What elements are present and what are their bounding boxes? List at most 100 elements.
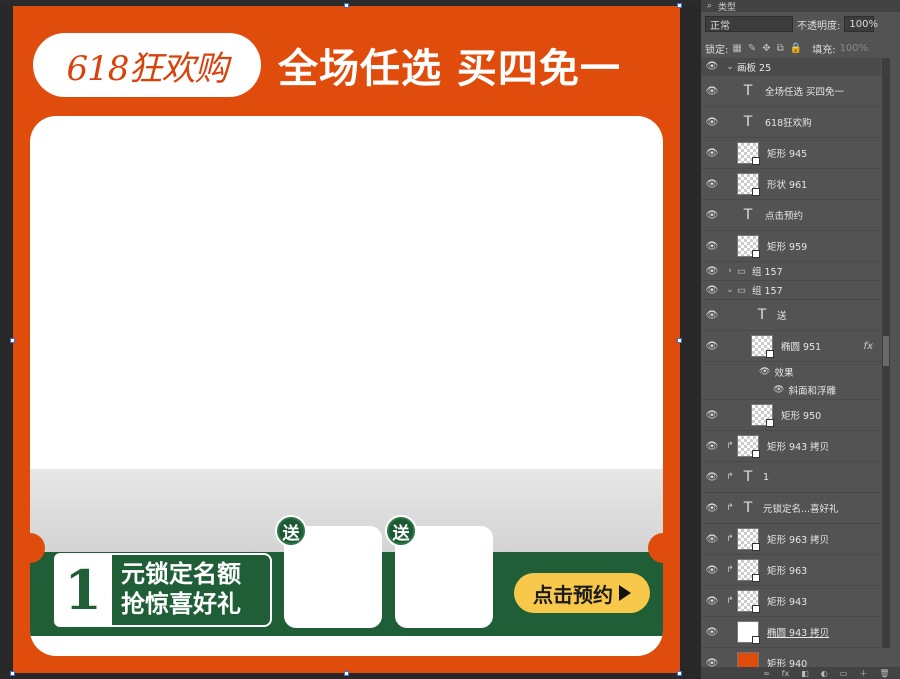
layer-row[interactable]: 👁 矩形 945 xyxy=(701,138,881,169)
gift-badge-2: 送 xyxy=(385,515,417,547)
folder-open-icon: ▭ xyxy=(737,284,746,296)
search-icon[interactable]: ⌕ xyxy=(707,1,712,11)
gift-badge-1: 送 xyxy=(275,515,307,547)
canvas-area[interactable]: 618狂欢购 全场任选 买四免一 1 元锁定名额 抢惊喜好礼 送 送 点击预约 xyxy=(0,0,700,679)
text-layer-icon: T xyxy=(743,500,753,516)
layer-label: 送 xyxy=(777,311,787,322)
adjustment-icon[interactable]: ◐ xyxy=(821,669,828,678)
layer-row[interactable]: 👁 ↱ 矩形 963 拷贝 xyxy=(701,524,881,555)
eye-icon[interactable]: 👁 xyxy=(701,285,723,296)
layer-row[interactable]: 👁 T 618狂欢购 xyxy=(701,107,881,138)
eye-icon[interactable]: 👁 xyxy=(701,148,723,159)
layer-label: 矩形 963 xyxy=(767,566,808,577)
layer-thumbnail xyxy=(737,173,760,196)
eye-icon[interactable]: 👁 xyxy=(701,627,723,638)
chevron-right-icon[interactable]: › xyxy=(723,266,737,276)
layer-row[interactable]: 👁 T 点击预约 xyxy=(701,200,881,231)
transform-handle-top[interactable] xyxy=(344,3,349,8)
layer-row[interactable]: 👁 形状 961 xyxy=(701,169,881,200)
eye-icon[interactable]: 👁 xyxy=(701,472,723,483)
layer-label: 组 157 xyxy=(751,267,783,278)
effect-item-row[interactable]: 👁 斜面和浮雕 xyxy=(701,381,881,400)
layer-row[interactable]: 👁 ↱ 矩形 943 拷贝 xyxy=(701,431,881,462)
eye-icon[interactable]: 👁 xyxy=(701,565,723,576)
fx-icon[interactable]: fx xyxy=(782,669,790,678)
layer-row[interactable]: 👁 ↱ T 1 xyxy=(701,462,881,493)
chevron-down-icon[interactable]: ⌄ xyxy=(723,285,737,295)
eye-icon[interactable]: 👁 xyxy=(701,341,723,352)
layer-label: 形状 961 xyxy=(767,180,808,191)
eye-icon[interactable]: 👁 xyxy=(701,86,723,97)
fx-icon[interactable]: fx xyxy=(864,341,873,352)
layers-scrollbar[interactable] xyxy=(882,58,890,648)
play-arrow-icon xyxy=(619,585,631,601)
lock-artboard-icon[interactable]: ⧉ xyxy=(777,43,784,54)
clip-arrow-icon: ↱ xyxy=(726,596,734,606)
filter-type-select[interactable]: 类型 xyxy=(718,0,736,13)
layer-row[interactable]: 👁 ↱ 矩形 963 xyxy=(701,555,881,586)
link-icon[interactable]: ∞ xyxy=(763,669,770,678)
eye-icon[interactable]: 👁 xyxy=(701,179,723,190)
transform-handle-bottom[interactable] xyxy=(344,671,349,676)
eye-icon[interactable]: 👁 xyxy=(701,441,723,452)
eye-icon[interactable]: 👁 xyxy=(759,367,770,377)
layer-row[interactable]: 👁 ↱ T 元锁定名...喜好礼 xyxy=(701,493,881,524)
blend-mode-select[interactable]: 正常 xyxy=(705,16,793,32)
layer-label: 效果 xyxy=(774,367,794,379)
eye-icon[interactable]: 👁 xyxy=(701,117,723,128)
transform-handle-bottom-right[interactable] xyxy=(677,671,682,676)
folder-icon[interactable]: ▭ xyxy=(840,669,848,678)
artboard[interactable]: 618狂欢购 全场任选 买四免一 1 元锁定名额 抢惊喜好礼 送 送 点击预约 xyxy=(13,6,680,673)
layer-label: 1 xyxy=(763,471,770,483)
eye-icon[interactable]: 👁 xyxy=(701,503,723,514)
transform-handle-top-right[interactable] xyxy=(677,3,682,8)
eye-icon[interactable]: 👁 xyxy=(701,241,723,252)
layer-row[interactable]: 👁 ↱ 矩形 943 xyxy=(701,586,881,617)
layer-row[interactable]: 👁 T 送 xyxy=(701,300,881,331)
effects-row[interactable]: 👁 效果 xyxy=(701,362,881,381)
layer-label: 全场任选 买四免一 xyxy=(765,87,845,98)
layer-label: 点击预约 xyxy=(765,211,804,222)
layer-label: 矩形 943 xyxy=(767,597,808,608)
opacity-field[interactable]: 100% xyxy=(844,16,878,32)
lock-paint-icon[interactable]: ✎ xyxy=(748,43,756,54)
tag-text: 618狂欢购 xyxy=(66,48,229,89)
lock-transparent-icon[interactable]: ▦ xyxy=(732,43,741,54)
trash-icon[interactable]: 🗑 xyxy=(879,669,889,678)
eye-icon[interactable]: 👁 xyxy=(701,410,723,421)
new-layer-icon[interactable]: ＋ xyxy=(859,668,867,679)
reserve-button-label: 点击预约 xyxy=(533,582,613,607)
layer-row[interactable]: 👁 矩形 950 xyxy=(701,400,881,431)
layer-label: 矩形 963 拷贝 xyxy=(767,535,830,546)
eye-icon[interactable]: 👁 xyxy=(701,266,723,277)
eye-icon[interactable]: 👁 xyxy=(701,534,723,545)
scroll-thumb[interactable] xyxy=(883,336,889,366)
layer-label: 矩形 945 xyxy=(767,149,808,160)
layer-row[interactable]: 👁 矩形 959 xyxy=(701,231,881,262)
transform-handle-left[interactable] xyxy=(10,338,15,343)
eye-icon[interactable]: 👁 xyxy=(773,385,784,395)
layer-group-row[interactable]: 👁 ⌄ ▭ 组 157 xyxy=(701,281,881,300)
mask-icon[interactable]: ◧ xyxy=(801,669,809,678)
eye-icon[interactable]: 👁 xyxy=(701,596,723,607)
layers-panel-toolbar: ∞ fx ◧ ◐ ▭ ＋ 🗑 xyxy=(701,667,900,679)
layer-artboard[interactable]: 👁 ⌄ 画板 25 xyxy=(701,58,881,76)
layer-thumbnail xyxy=(751,404,774,427)
layer-group-row[interactable]: 👁 › ▭ 组 157 xyxy=(701,262,881,281)
layer-row[interactable]: 👁 椭圆 951 fx xyxy=(701,331,881,362)
fill-value[interactable]: 100% xyxy=(840,43,869,54)
reserve-button[interactable]: 点击预约 xyxy=(514,573,650,613)
lock-move-icon[interactable]: ✥ xyxy=(762,43,770,54)
transform-handle-bottom-left[interactable] xyxy=(10,671,15,676)
layer-row[interactable]: 👁 T 全场任选 买四免一 xyxy=(701,76,881,107)
transform-handle-right[interactable] xyxy=(677,338,682,343)
chevron-down-icon[interactable]: ⌄ xyxy=(723,62,737,72)
eye-icon[interactable]: 👁 xyxy=(701,310,723,321)
layer-list[interactable]: 👁 ⌄ 画板 25 👁 T 全场任选 买四免一 👁 T 618狂欢购 👁 矩形 … xyxy=(701,58,881,679)
layer-row[interactable]: 👁 椭圆 943 拷贝 xyxy=(701,617,881,648)
eye-icon[interactable]: 👁 xyxy=(701,210,723,221)
eye-icon[interactable]: 👁 xyxy=(701,61,723,72)
panel-filter-bar: ⌕ 类型 xyxy=(701,0,900,13)
right-dot xyxy=(648,533,678,563)
lock-all-icon[interactable]: 🔒 xyxy=(790,43,802,54)
